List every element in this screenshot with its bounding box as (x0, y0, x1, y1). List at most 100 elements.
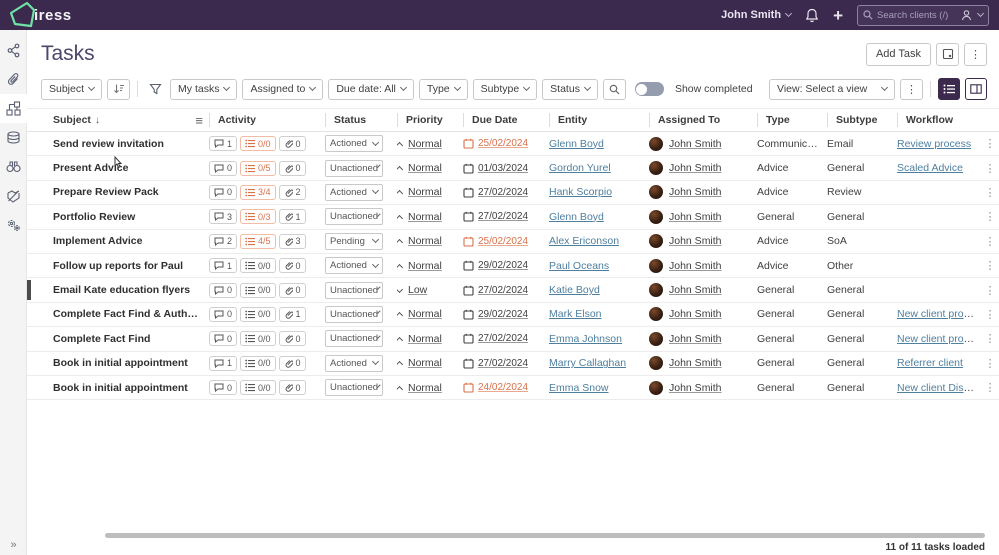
checklist-badge[interactable]: 0/0 (240, 355, 276, 371)
notifications-button[interactable] (805, 8, 819, 23)
workflow-link[interactable]: Referrer client (897, 357, 963, 369)
my-tasks-dropdown[interactable]: My tasks (170, 78, 238, 100)
sidebar-item-accounts[interactable] (0, 123, 27, 152)
filter-funnel-button[interactable] (145, 79, 165, 100)
entity-link[interactable]: Alex Ericonson (549, 235, 619, 247)
entity-link[interactable]: Emma Johnson (549, 333, 622, 345)
table-row[interactable]: Complete Fact Find 0 0/0 0 Unactioned No… (27, 327, 999, 352)
table-row[interactable]: Book in initial appointment 0 0/0 0 Unac… (27, 376, 999, 401)
entity-link[interactable]: Glenn Boyd (549, 211, 604, 223)
task-subject[interactable]: Complete Fact Find (53, 333, 209, 345)
priority-control[interactable]: Normal (397, 308, 463, 320)
due-date[interactable]: 25/02/2024 (463, 138, 549, 149)
priority-control[interactable]: Normal (397, 138, 463, 150)
row-menu-button[interactable]: ⋮ (981, 308, 999, 321)
column-header-workflow[interactable]: Workflow (897, 113, 981, 127)
user-menu[interactable]: John Smith (721, 9, 793, 21)
status-select[interactable]: Actioned (325, 354, 383, 372)
comments-badge[interactable]: 1 (209, 355, 238, 371)
row-menu-button[interactable]: ⋮ (981, 235, 999, 248)
assigned-to[interactable]: John Smith (649, 356, 757, 371)
due-date[interactable]: 27/02/2024 (463, 285, 549, 296)
assigned-to[interactable]: John Smith (649, 258, 757, 273)
attachments-badge[interactable]: 1 (278, 209, 306, 225)
row-menu-button[interactable]: ⋮ (981, 381, 999, 394)
sidebar-item-research[interactable] (0, 152, 27, 181)
status-select[interactable]: Unactioned (325, 305, 383, 323)
task-subject[interactable]: Send review invitation (53, 138, 209, 150)
column-header-activity[interactable]: Activity (209, 113, 325, 127)
attachments-badge[interactable]: 0 (278, 160, 306, 176)
column-header-priority[interactable]: Priority (397, 113, 463, 127)
column-header-entity[interactable]: Entity (549, 113, 649, 127)
priority-control[interactable]: Normal (397, 235, 463, 247)
search-tasks-button[interactable] (602, 78, 626, 100)
table-row[interactable]: Implement Advice 2 4/5 3 Pending Normal … (27, 230, 999, 254)
column-menu-icon[interactable]: ≡ (195, 113, 203, 128)
entity-link[interactable]: Mark Elson (549, 308, 602, 320)
search-field-dropdown[interactable]: Subject (41, 78, 103, 100)
comments-badge[interactable]: 0 (209, 380, 238, 396)
column-header-due-date[interactable]: Due Date (463, 113, 549, 127)
priority-control[interactable]: Low (397, 284, 463, 296)
horizontal-scrollbar[interactable] (105, 533, 985, 538)
comments-badge[interactable]: 1 (209, 258, 238, 274)
due-date[interactable]: 27/02/2024 (463, 211, 549, 222)
priority-control[interactable]: Normal (397, 186, 463, 198)
add-task-button[interactable]: Add Task (865, 42, 931, 66)
task-subject[interactable]: Complete Fact Find & Authorities (53, 308, 209, 320)
table-row[interactable]: Prepare Review Pack 0 3/4 2 Actioned Nor… (27, 181, 999, 206)
comments-badge[interactable]: 0 (209, 282, 238, 298)
task-subject[interactable]: Prepare Review Pack (53, 186, 209, 198)
due-date[interactable]: 29/02/2024 (463, 260, 549, 271)
attachments-badge[interactable]: 2 (278, 184, 306, 200)
assigned-to[interactable]: John Smith (649, 283, 757, 298)
comments-badge[interactable]: 0 (209, 331, 238, 347)
column-header-subtype[interactable]: Subtype (827, 113, 897, 127)
checklist-badge[interactable]: 4/5 (240, 233, 276, 249)
status-dropdown[interactable]: Status (542, 78, 598, 100)
column-header-status[interactable]: Status (325, 113, 397, 127)
checklist-badge[interactable]: 0/0 (240, 380, 276, 396)
assigned-to[interactable]: John Smith (649, 331, 757, 346)
type-dropdown[interactable]: Type (418, 78, 468, 100)
entity-link[interactable]: Paul Oceans (549, 260, 609, 272)
row-menu-button[interactable]: ⋮ (981, 259, 999, 272)
table-row[interactable]: Follow up reports for Paul 1 0/0 0 Actio… (27, 254, 999, 279)
table-row[interactable]: Email Kate education flyers 0 0/0 0 Unac… (27, 278, 999, 303)
checklist-badge[interactable]: 0/0 (240, 258, 276, 274)
row-menu-button[interactable]: ⋮ (981, 284, 999, 297)
checklist-badge[interactable]: 0/0 (240, 331, 276, 347)
comments-badge[interactable]: 3 (209, 209, 238, 225)
task-subject[interactable]: Present Advice (53, 162, 209, 174)
row-menu-button[interactable]: ⋮ (981, 332, 999, 345)
task-subject[interactable]: Follow up reports for Paul (53, 260, 209, 272)
attachments-badge[interactable]: 0 (278, 258, 306, 274)
workflow-link[interactable]: New client process (897, 333, 981, 345)
board-view-button[interactable] (965, 78, 987, 100)
due-date[interactable]: 27/02/2024 (463, 358, 549, 369)
status-select[interactable]: Unactioned (325, 379, 383, 397)
entity-link[interactable]: Gordon Yurel (549, 162, 611, 174)
assigned-to[interactable]: John Smith (649, 136, 757, 151)
list-view-button[interactable] (938, 78, 960, 100)
status-select[interactable]: Pending (325, 232, 383, 250)
task-subject[interactable]: Book in initial appointment (53, 382, 209, 394)
due-date[interactable]: 24/02/2024 (463, 382, 549, 393)
workflow-link[interactable]: Scaled Advice (897, 162, 963, 174)
assigned-to[interactable]: John Smith (649, 185, 757, 200)
checklist-badge[interactable]: 0/0 (240, 282, 276, 298)
view-menu-button[interactable]: ⋮ (900, 78, 923, 100)
comments-badge[interactable]: 1 (209, 136, 238, 152)
priority-control[interactable]: Normal (397, 382, 463, 394)
sort-button[interactable] (107, 78, 131, 100)
assigned-to[interactable]: John Smith (649, 307, 757, 322)
task-subject[interactable]: Book in initial appointment (53, 357, 209, 369)
comments-badge[interactable]: 2 (209, 233, 238, 249)
checklist-badge[interactable]: 0/0 (240, 306, 276, 322)
task-subject[interactable]: Portfolio Review (53, 211, 209, 223)
due-date-dropdown[interactable]: Due date: All (328, 78, 414, 100)
client-search[interactable] (857, 4, 989, 26)
sidebar-item-network[interactable] (0, 36, 27, 65)
status-select[interactable]: Unactioned (325, 159, 383, 177)
